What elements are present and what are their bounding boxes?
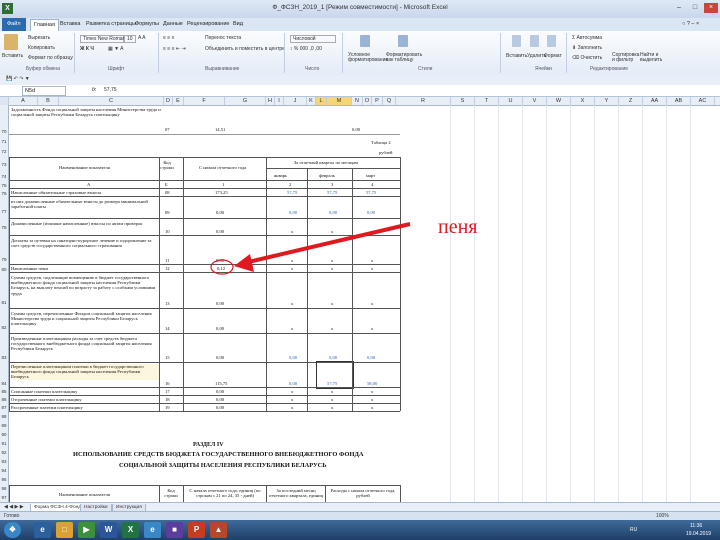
arrow-head-icon [234, 254, 254, 272]
clock-time[interactable]: 11:36 [690, 523, 702, 529]
powerpoint-icon[interactable]: P [188, 522, 205, 538]
clock-date[interactable]: 19.04.2019 [686, 531, 711, 537]
ie-icon[interactable]: e [34, 522, 51, 538]
browser-icon[interactable]: e [144, 522, 161, 538]
explorer-icon[interactable]: □ [56, 522, 73, 538]
excel-taskbar-icon[interactable]: X [122, 522, 139, 538]
sheet-nav-icon[interactable]: ◀ ◀ ▶ ▶ [4, 504, 24, 510]
word-icon[interactable]: W [100, 522, 117, 538]
status-text: Готово [4, 513, 20, 519]
taskbar: ❖ e □ ▶ W X e ■ P ▲ RU 11:36 19.04.2019 [0, 520, 720, 540]
app-icon[interactable]: ■ [166, 522, 183, 538]
annotation-overlay [210, 222, 411, 275]
highlight-circle [210, 259, 234, 275]
zoom-level[interactable]: 100% [656, 513, 669, 519]
annotation-arrow [243, 222, 411, 265]
media-icon[interactable]: ▶ [78, 522, 95, 538]
start-button[interactable]: ❖ [4, 522, 21, 538]
pdf-icon[interactable]: ▲ [210, 522, 227, 538]
language-indicator[interactable]: RU [630, 527, 637, 533]
annotation-label: пеня [438, 216, 478, 238]
